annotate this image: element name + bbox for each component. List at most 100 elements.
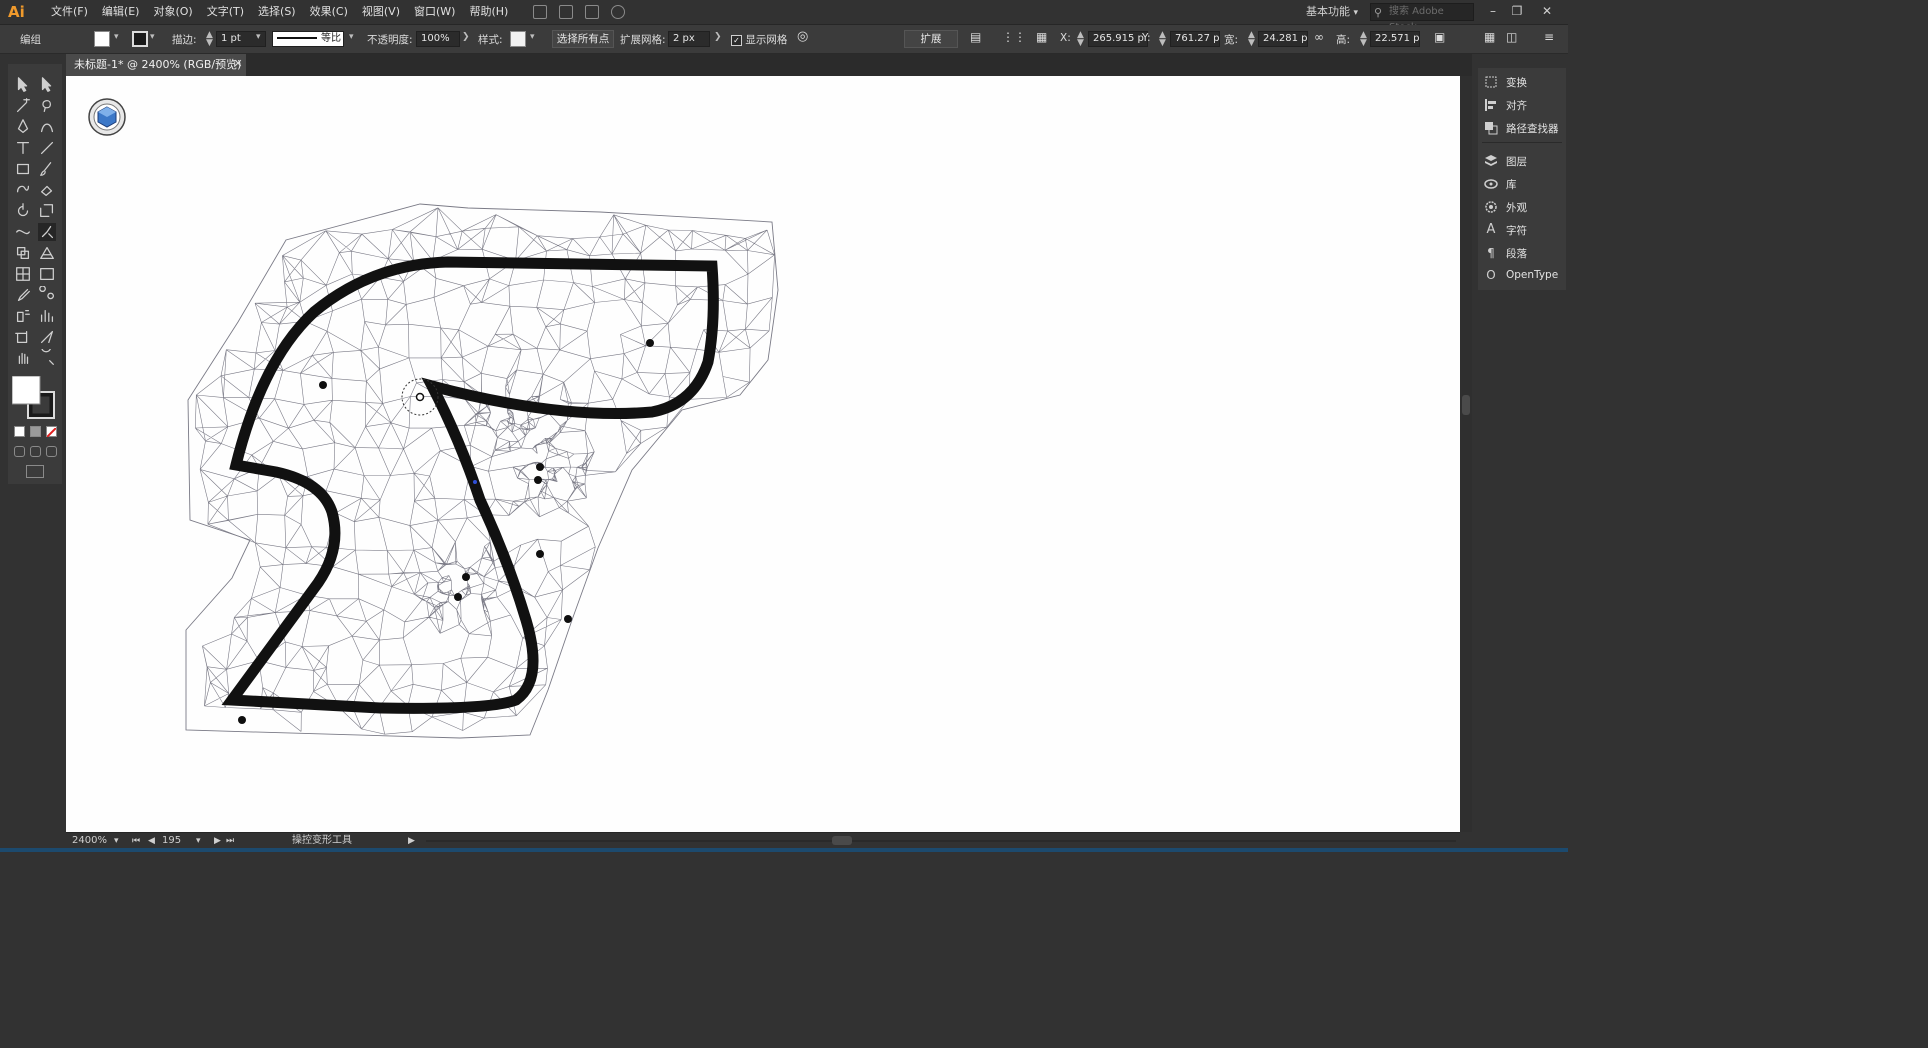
y-field[interactable]: 761.27 p — [1170, 31, 1220, 47]
document-tab[interactable]: 未标题-1* @ 2400% (RGB/预览) — [66, 54, 246, 76]
constrain-proportions-icon[interactable]: ∞ — [1314, 30, 1324, 44]
zoom-level[interactable]: 2400% — [72, 834, 107, 848]
panel-pathfinder[interactable]: 路径查找器 — [1484, 118, 1566, 138]
restore-button[interactable]: ❐ — [1506, 2, 1528, 20]
width-field[interactable]: 24.281 p — [1258, 31, 1308, 47]
pen-tool-icon[interactable] — [13, 118, 33, 136]
reference-point-icon[interactable]: ▦ — [1036, 30, 1047, 44]
artboard-canvas[interactable] — [66, 76, 1460, 832]
puppet-pin[interactable] — [454, 593, 462, 601]
prev-artboard-icon[interactable]: ◀ — [148, 834, 155, 848]
puppet-pin[interactable] — [564, 615, 572, 623]
blend-tool-icon[interactable] — [37, 285, 57, 304]
paintbrush-tool-icon[interactable] — [37, 160, 57, 178]
column-graph-tool-icon[interactable] — [37, 307, 57, 325]
selection-tool-icon[interactable] — [13, 76, 33, 94]
stroke-swatch[interactable] — [132, 31, 148, 47]
panel-transform[interactable]: 变换 — [1484, 72, 1566, 92]
menu-help[interactable]: 帮助(H) — [462, 0, 515, 24]
draw-behind-icon[interactable] — [30, 446, 41, 457]
curvature-tool-icon[interactable] — [37, 118, 57, 136]
panel-align[interactable]: 对齐 — [1484, 95, 1566, 115]
x-stepper-icon[interactable]: ▲ ▼ — [1077, 31, 1084, 48]
stock-search-input[interactable]: ⚲ 搜索 Adobe Stock — [1370, 3, 1474, 33]
eraser-tool-icon[interactable] — [37, 181, 57, 199]
gradient-mode-icon[interactable] — [30, 426, 41, 437]
stock-icon[interactable] — [559, 5, 574, 19]
screen-mode-icon[interactable] — [26, 465, 44, 478]
draw-inside-icon[interactable] — [46, 446, 57, 457]
style-dropdown-icon[interactable]: ▾ — [530, 32, 535, 42]
eyedropper-tool-icon[interactable] — [13, 286, 33, 304]
close-window-button[interactable]: ✕ — [1536, 2, 1558, 20]
puppet-pin[interactable] — [238, 716, 246, 724]
transform-icon[interactable]: ▣ — [1434, 30, 1445, 44]
select-all-points-button[interactable]: 选择所有点 — [552, 30, 614, 48]
arrange-icon[interactable]: ⋮⋮ — [1002, 30, 1026, 44]
menu-view[interactable]: 视图(V) — [355, 0, 407, 24]
close-tab-icon[interactable]: ✕ — [232, 58, 244, 70]
panel-paragraph[interactable]: ¶ 段落 — [1484, 243, 1566, 263]
panel-menu-icon[interactable]: ▦ — [1484, 30, 1495, 44]
shape-builder-tool-icon[interactable] — [13, 244, 33, 262]
menu-type[interactable]: 文字(T) — [200, 0, 251, 24]
horizontal-scrollbar[interactable] — [426, 840, 1456, 842]
mesh-tool-icon[interactable] — [13, 265, 33, 283]
artboard-tool-icon[interactable] — [13, 328, 33, 346]
perspective-grid-tool-icon[interactable] — [37, 244, 57, 262]
stroke-profile-dropdown-icon[interactable]: ▾ — [349, 32, 354, 42]
magic-wand-tool-icon[interactable] — [13, 97, 33, 115]
rectangle-tool-icon[interactable] — [13, 160, 33, 178]
vertical-scrollbar[interactable] — [1460, 76, 1472, 832]
show-mesh-checkbox[interactable]: ✓ 显示网格 — [731, 32, 787, 47]
height-stepper-icon[interactable]: ▲ ▼ — [1360, 31, 1367, 48]
menu-effect[interactable]: 效果(C) — [303, 0, 355, 24]
puppet-pin[interactable] — [536, 463, 544, 471]
warped-shape-path[interactable] — [221, 256, 719, 714]
workspace-switcher[interactable]: 基本功能 ▾ — [1306, 3, 1358, 21]
style-swatch[interactable] — [510, 31, 526, 47]
type-tool-icon[interactable] — [13, 139, 33, 157]
panel-layers[interactable]: 图层 — [1484, 151, 1566, 171]
fill-dropdown-icon[interactable]: ▾ — [114, 32, 119, 42]
scrollbar-thumb[interactable] — [1462, 395, 1470, 415]
artboard-number[interactable]: 195 — [162, 834, 181, 848]
first-artboard-icon[interactable]: ⏮ — [132, 834, 140, 848]
y-stepper-icon[interactable]: ▲ ▼ — [1159, 31, 1166, 48]
scale-tool-icon[interactable] — [37, 202, 57, 220]
direct-selection-tool-icon[interactable] — [37, 76, 57, 94]
zoom-dropdown-icon[interactable]: ▾ — [114, 834, 119, 848]
panel-appearance[interactable]: 外观 — [1484, 197, 1566, 217]
expand-mesh-field[interactable]: 2 px — [668, 31, 710, 47]
opacity-expand-icon[interactable]: ❯ — [462, 32, 470, 42]
menu-window[interactable]: 窗口(W) — [407, 0, 462, 24]
puppet-warp-tool-icon[interactable] — [37, 223, 57, 241]
draw-normal-icon[interactable] — [14, 446, 25, 457]
puppet-pin[interactable] — [536, 550, 544, 558]
panel-libraries[interactable]: 库 — [1484, 174, 1566, 194]
expand-button[interactable]: 扩展 — [904, 30, 958, 48]
slice-tool-icon[interactable] — [37, 328, 57, 346]
width-stepper-icon[interactable]: ▲ ▼ — [1248, 31, 1255, 48]
horizontal-scrollbar-thumb[interactable] — [832, 836, 852, 845]
path-anchor-point[interactable] — [473, 480, 477, 484]
panel-opentype[interactable]: O OpenType — [1484, 265, 1566, 285]
x-field[interactable]: 265.915 p — [1088, 31, 1148, 47]
panel-character[interactable]: A 字符 — [1484, 220, 1566, 240]
hand-tool-icon[interactable] — [13, 349, 33, 367]
puppet-pin[interactable] — [319, 381, 327, 389]
menu-object[interactable]: 对象(O) — [146, 0, 199, 24]
status-menu-icon[interactable]: ▶ — [408, 834, 415, 848]
stroke-weight-dropdown-icon[interactable]: ▾ — [256, 32, 261, 42]
stroke-stepper-icon[interactable]: ▲ ▼ — [206, 31, 213, 48]
line-segment-tool-icon[interactable] — [37, 139, 57, 157]
rotate-tool-icon[interactable] — [13, 202, 33, 220]
symbol-sprayer-tool-icon[interactable] — [13, 307, 33, 325]
fill-swatch[interactable] — [94, 31, 110, 47]
stroke-profile-select[interactable]: 等比 — [272, 31, 344, 47]
gpu-performance-icon[interactable] — [611, 5, 626, 19]
shaper-tool-icon[interactable] — [13, 181, 33, 199]
fill-stroke-proxy[interactable] — [11, 375, 58, 422]
none-mode-icon[interactable] — [46, 426, 57, 438]
opacity-field[interactable]: 100% — [416, 31, 460, 47]
